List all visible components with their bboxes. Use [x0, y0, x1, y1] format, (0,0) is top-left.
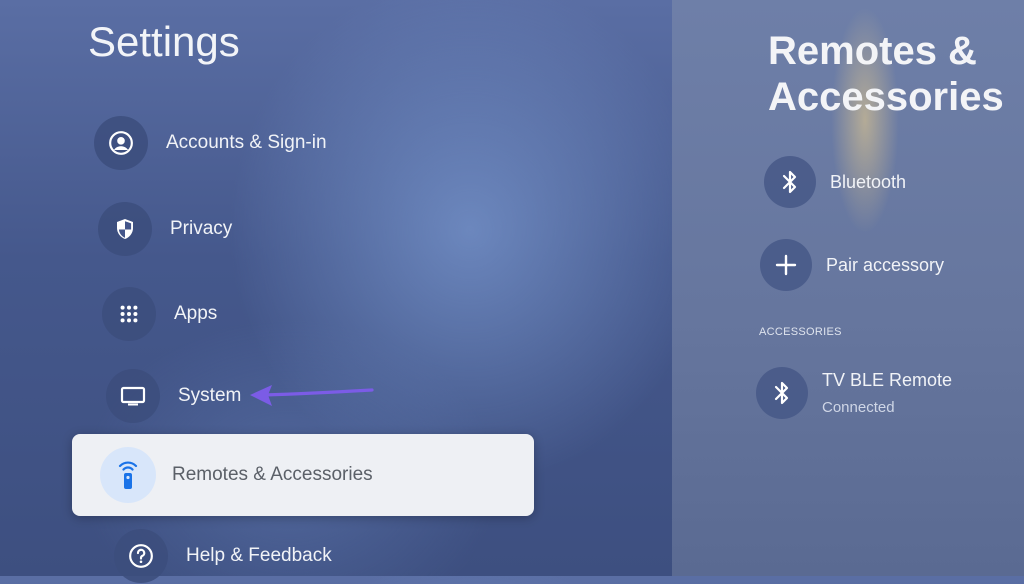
bluetooth-icon	[764, 156, 816, 208]
bluetooth-label: Bluetooth	[830, 171, 907, 192]
device-name: TV BLE Remote	[822, 370, 953, 390]
bluetooth-icon	[756, 367, 808, 419]
menu-item-accounts[interactable]: Accounts & Sign-in	[94, 115, 327, 171]
menu-item-label: Accounts & Sign-in	[166, 132, 327, 153]
menu-item-label: Remotes & Accessories	[172, 464, 373, 485]
tv-monitor-icon	[106, 369, 160, 423]
account-circle-icon	[94, 116, 148, 170]
menu-item-remotes-accessories[interactable]: Remotes & Accessories	[72, 434, 534, 516]
panel-title: Remotes & Accessories	[768, 29, 1004, 119]
device-status: Connected	[822, 399, 895, 416]
bluetooth-item[interactable]: Bluetooth	[764, 156, 906, 208]
menu-item-system[interactable]: System	[106, 368, 241, 424]
apps-grid-icon	[102, 287, 156, 341]
pair-accessory-label: Pair accessory	[826, 254, 945, 275]
annotation-arrow-icon	[250, 385, 374, 406]
shield-icon	[98, 202, 152, 256]
menu-item-label: Apps	[174, 303, 218, 324]
pair-accessory-item[interactable]: Pair accessory	[760, 239, 944, 291]
menu-item-label: System	[178, 385, 242, 406]
menu-item-privacy[interactable]: Privacy	[98, 201, 232, 257]
menu-item-label: Help & Feedback	[186, 545, 332, 566]
accessories-section-label: ACCESSORIES	[759, 326, 842, 338]
remote-icon	[100, 447, 156, 503]
help-icon	[114, 529, 168, 583]
page-title: Settings	[88, 18, 240, 65]
plus-icon	[760, 239, 812, 291]
device-item-tv-ble-remote[interactable]: TV BLE Remote Connected	[756, 367, 952, 419]
menu-item-apps[interactable]: Apps	[102, 286, 217, 342]
menu-item-label: Privacy	[170, 218, 233, 239]
